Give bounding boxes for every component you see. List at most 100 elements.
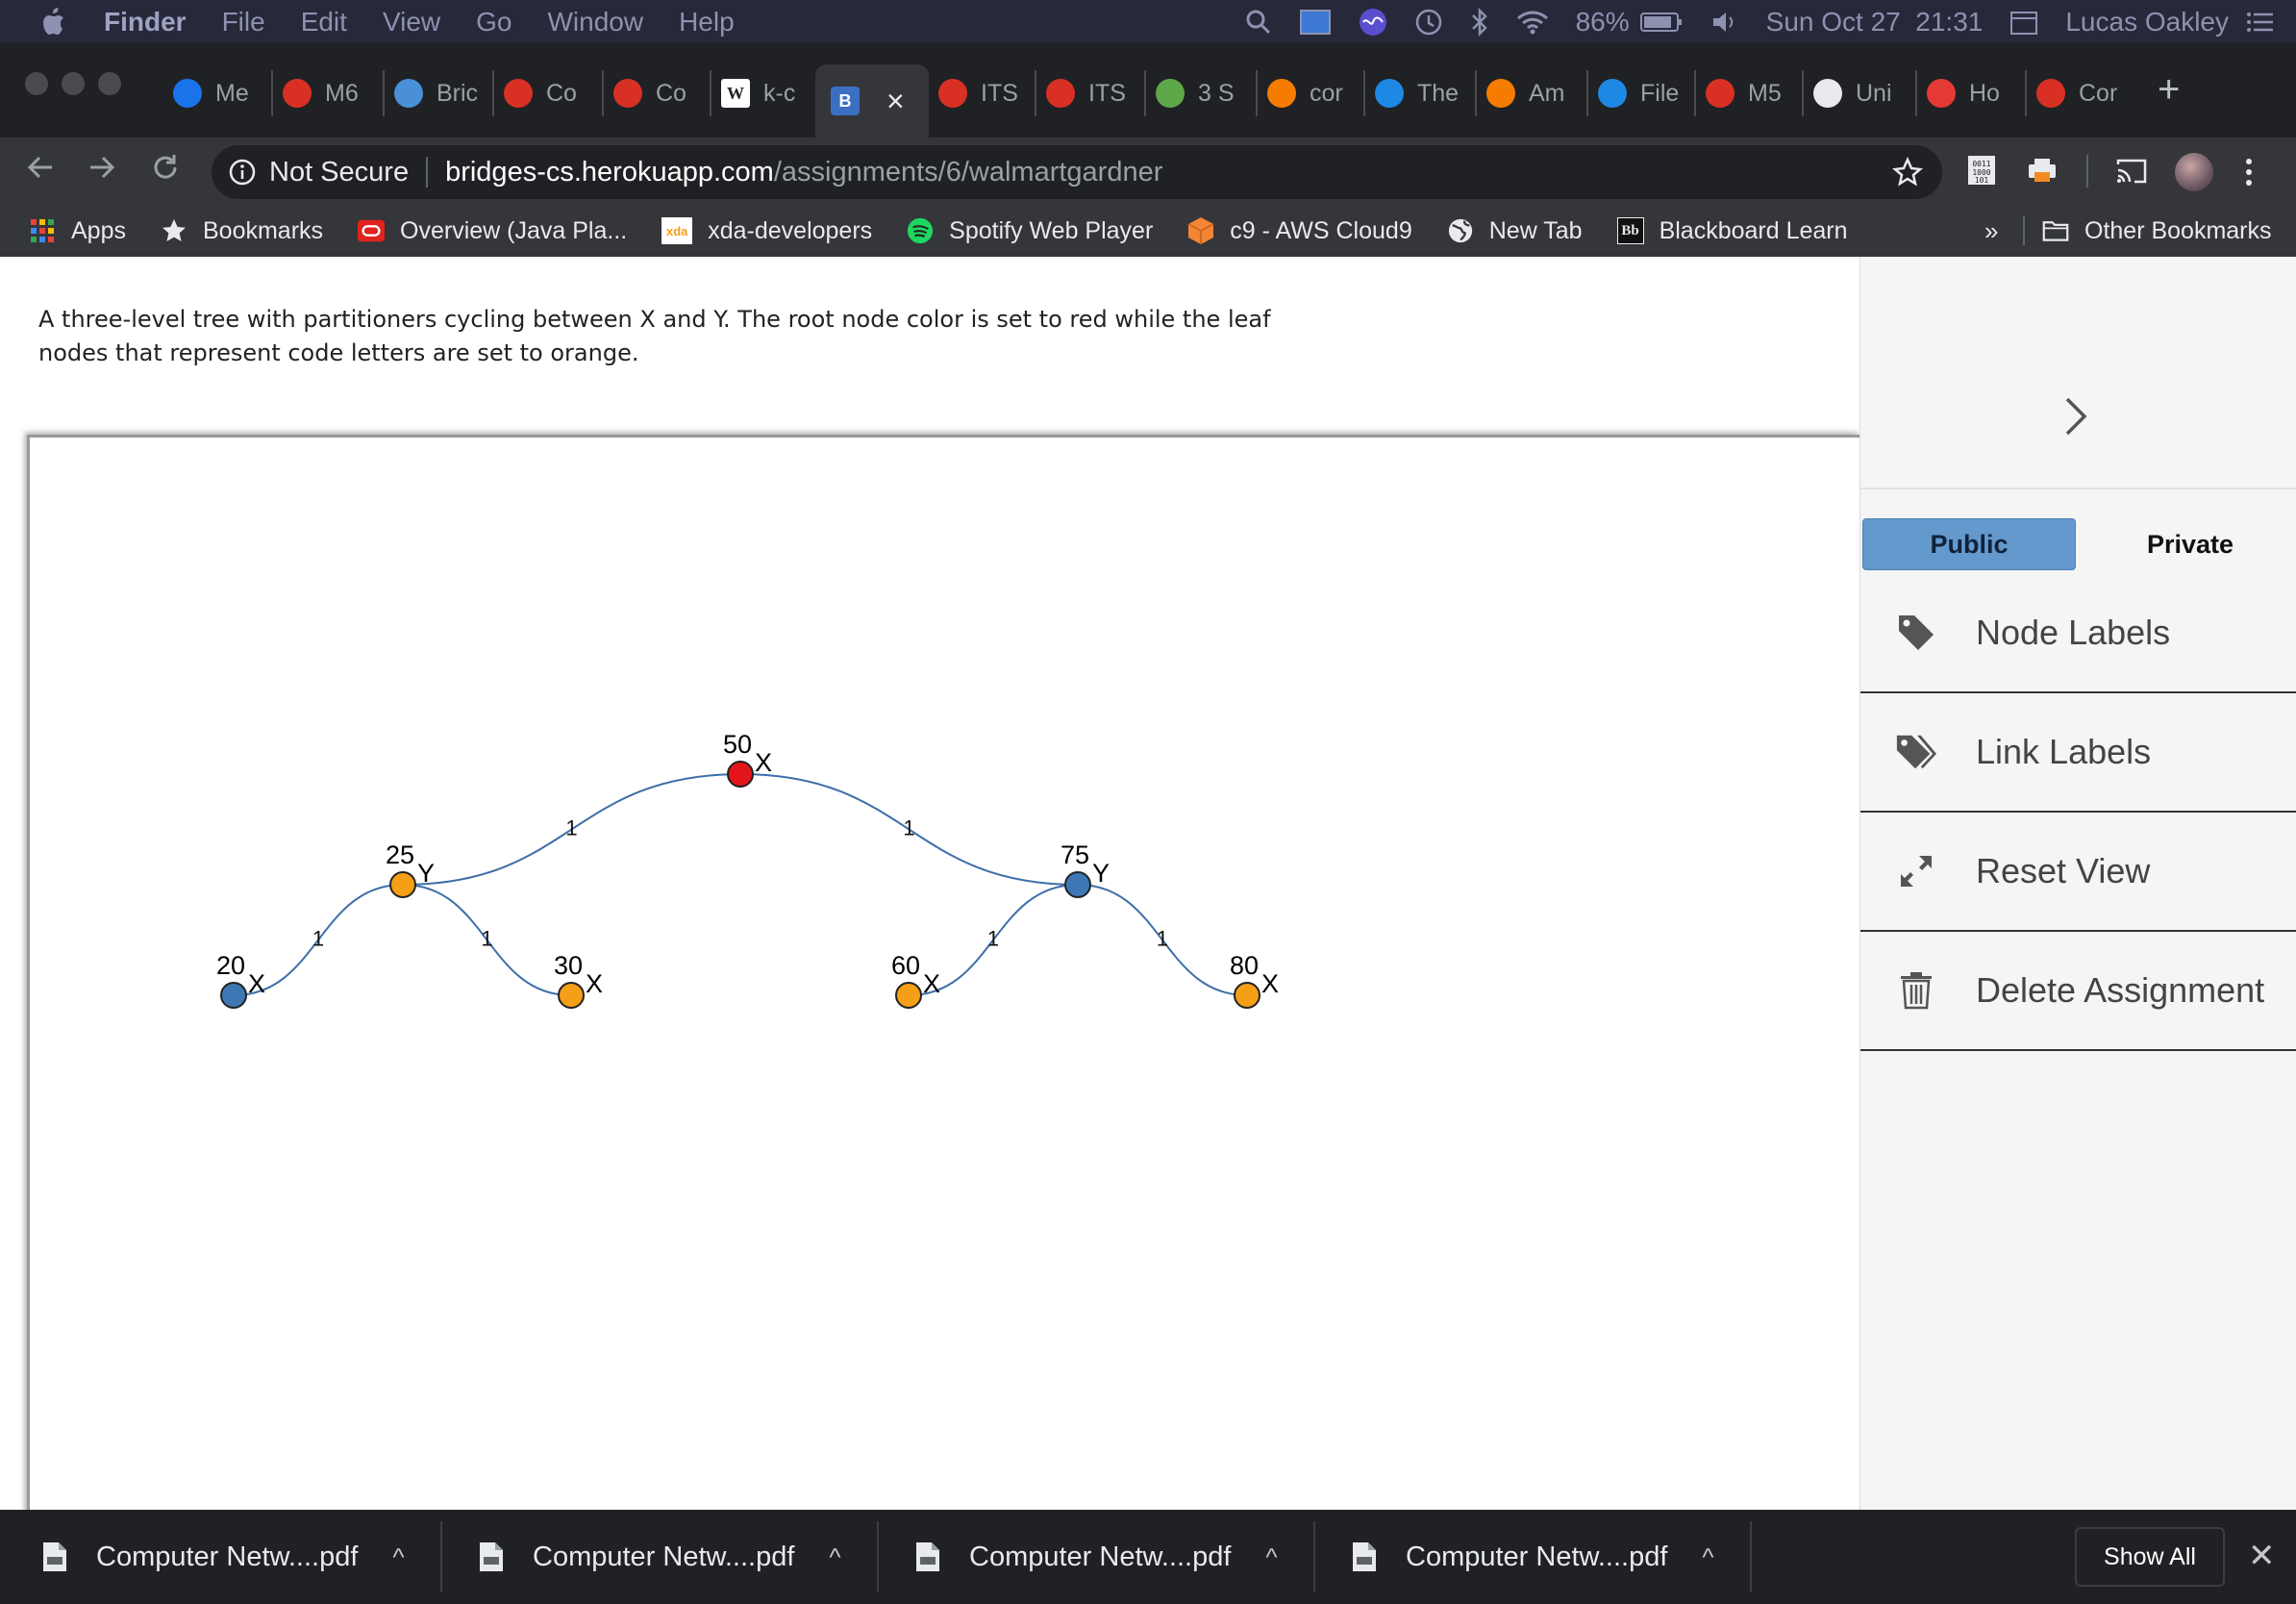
chrome-menu-icon[interactable] [2244,157,2254,192]
delete-assignment-button[interactable]: Delete Assignment [1860,932,2296,1051]
browser-tab[interactable]: The [1363,70,1463,116]
tree-visualization[interactable]: 1 11 1 1 150X25Y75Y20X30X60X80X [30,438,1862,1524]
menu-app-name[interactable]: Finder [104,7,187,38]
tab-title: M5 [1748,79,1782,107]
trash-icon [1895,969,1937,1012]
time-machine-icon[interactable] [1414,8,1443,37]
download-item[interactable]: Computer Netw....pdf ^ [479,1510,841,1604]
bookmarks-divider [2023,216,2025,245]
private-button[interactable]: Private [2087,518,2293,570]
browser-tab[interactable]: Uni [1802,70,1904,116]
sidebar-toggle-chevron-icon[interactable] [2062,391,2091,441]
browser-tab[interactable]: ITS [929,70,1023,116]
bookmark-label: New Tab [1488,216,1583,244]
reload-icon[interactable] [150,151,181,192]
browser-tab[interactable]: Co [602,70,698,116]
volume-icon[interactable] [1710,10,1739,35]
node-value-label: 60 [891,951,920,980]
download-item[interactable]: Computer Netw....pdf ^ [915,1510,1278,1604]
notification-center-icon[interactable] [2246,11,2275,34]
window-minimize-button[interactable] [62,72,85,95]
spotlight-search-icon[interactable] [1245,9,1272,36]
bookmark-blackboard[interactable]: Bb Blackboard Learn [1616,217,1848,245]
siri-icon[interactable] [1359,8,1387,37]
window-zoom-button[interactable] [98,72,121,95]
browser-tab[interactable]: Am [1475,70,1575,116]
browser-tab[interactable]: Cor [2025,70,2121,116]
bookmark-new-tab[interactable]: New Tab [1447,217,1583,245]
chevron-up-icon[interactable]: ^ [392,1542,404,1572]
tree-node-60[interactable] [895,982,922,1009]
bookmark-xda[interactable]: xda xda-developers [661,217,872,245]
browser-tab[interactable]: File [1586,70,1683,116]
link-label: 1 [987,927,999,951]
apple-icon[interactable] [40,7,65,37]
menu-help[interactable]: Help [679,7,735,38]
browser-tab[interactable]: Ho [1915,70,2013,116]
tree-node-25[interactable] [389,871,416,898]
tab-favicon-icon [394,79,423,108]
browser-tab[interactable]: 3 S [1144,70,1244,116]
browser-tab[interactable]: ITS [1035,70,1133,116]
public-button[interactable]: Public [1862,518,2076,570]
download-item[interactable]: Computer Netw....pdf ^ [1352,1510,1714,1604]
show-all-downloads-button[interactable]: Show All [2075,1527,2225,1587]
binary-extension-icon[interactable]: 0011 1000 101 [1967,155,1996,190]
browser-tab[interactable]: M6 [271,70,371,116]
wifi-icon[interactable] [1516,10,1549,35]
tree-node-20[interactable] [220,982,247,1009]
calendar-icon[interactable] [2009,9,2038,36]
browser-tab[interactable]: Bric [383,70,481,116]
browser-tab[interactable]: Wk-c [710,70,804,116]
forward-arrow-icon[interactable] [87,151,117,192]
print-extension-icon[interactable] [2027,157,2058,188]
battery-icon[interactable] [1639,11,1684,34]
tree-node-50[interactable] [727,761,754,788]
chevron-up-icon[interactable]: ^ [1702,1542,1713,1572]
info-icon[interactable] [229,159,256,186]
bluetooth-icon[interactable] [1470,7,1489,37]
bookmark-apps[interactable]: Apps [29,217,126,245]
menubar-user-name[interactable]: Lucas Oakley [2065,7,2229,38]
download-item[interactable]: Computer Netw....pdf ^ [42,1510,405,1604]
bookmarks-overflow-button[interactable]: » [1984,216,1998,246]
menu-edit[interactable]: Edit [301,7,347,38]
window-close-button[interactable] [25,72,48,95]
visualization-canvas[interactable]: 1 1 1 1 1 1 50 X 25 Y 75 Y 20 X 30 X 60 X 80 X [27,435,1859,1521]
tree-node-30[interactable] [558,982,585,1009]
address-bar[interactable]: Not Secure bridges-cs.herokuapp.com /ass… [212,145,1942,199]
chevron-up-icon[interactable]: ^ [829,1542,840,1572]
menu-window[interactable]: Window [547,7,643,38]
tree-node-80[interactable] [1234,982,1260,1009]
menu-view[interactable]: View [383,7,440,38]
link-labels-button[interactable]: Link Labels [1860,693,2296,813]
menu-go[interactable]: Go [476,7,512,38]
cast-icon[interactable] [2115,157,2148,190]
bookmark-spotify[interactable]: Spotify Web Player [907,217,1153,245]
bookmark-label: c9 - AWS Cloud9 [1230,216,1412,244]
menu-file[interactable]: File [222,7,265,38]
browser-tab[interactable]: cor [1256,70,1352,116]
browser-tab[interactable]: B × [815,64,929,138]
browser-tab[interactable]: Co [492,70,590,116]
security-status-label[interactable]: Not Secure [269,157,409,188]
back-arrow-icon[interactable] [25,151,56,192]
node-value-label: 25 [386,840,414,869]
other-bookmarks[interactable]: Other Bookmarks [2042,217,2272,245]
bookmark-java-overview[interactable]: Overview (Java Pla... [358,217,627,245]
screen-mirror-icon[interactable] [1299,9,1332,36]
browser-tab[interactable]: M5 [1694,70,1790,116]
tree-node-75[interactable] [1064,871,1091,898]
new-tab-button[interactable]: + [2158,68,2180,112]
reset-view-button[interactable]: Reset View [1860,813,2296,932]
chevron-up-icon[interactable]: ^ [1265,1542,1277,1572]
profile-avatar[interactable] [2175,153,2213,191]
bookmark-cloud9[interactable]: c9 - AWS Cloud9 [1187,216,1412,245]
menubar-clock[interactable]: Sun Oct 27 21:31 [1766,7,1984,38]
node-labels-button[interactable]: Node Labels [1860,574,2296,693]
bookmark-star-icon[interactable] [1892,156,1923,195]
close-downloads-icon[interactable]: ✕ [2248,1537,2276,1575]
tab-close-icon[interactable]: × [886,84,905,119]
browser-tab[interactable]: Me [163,70,260,116]
bookmark-bookmarks[interactable]: Bookmarks [161,217,323,245]
